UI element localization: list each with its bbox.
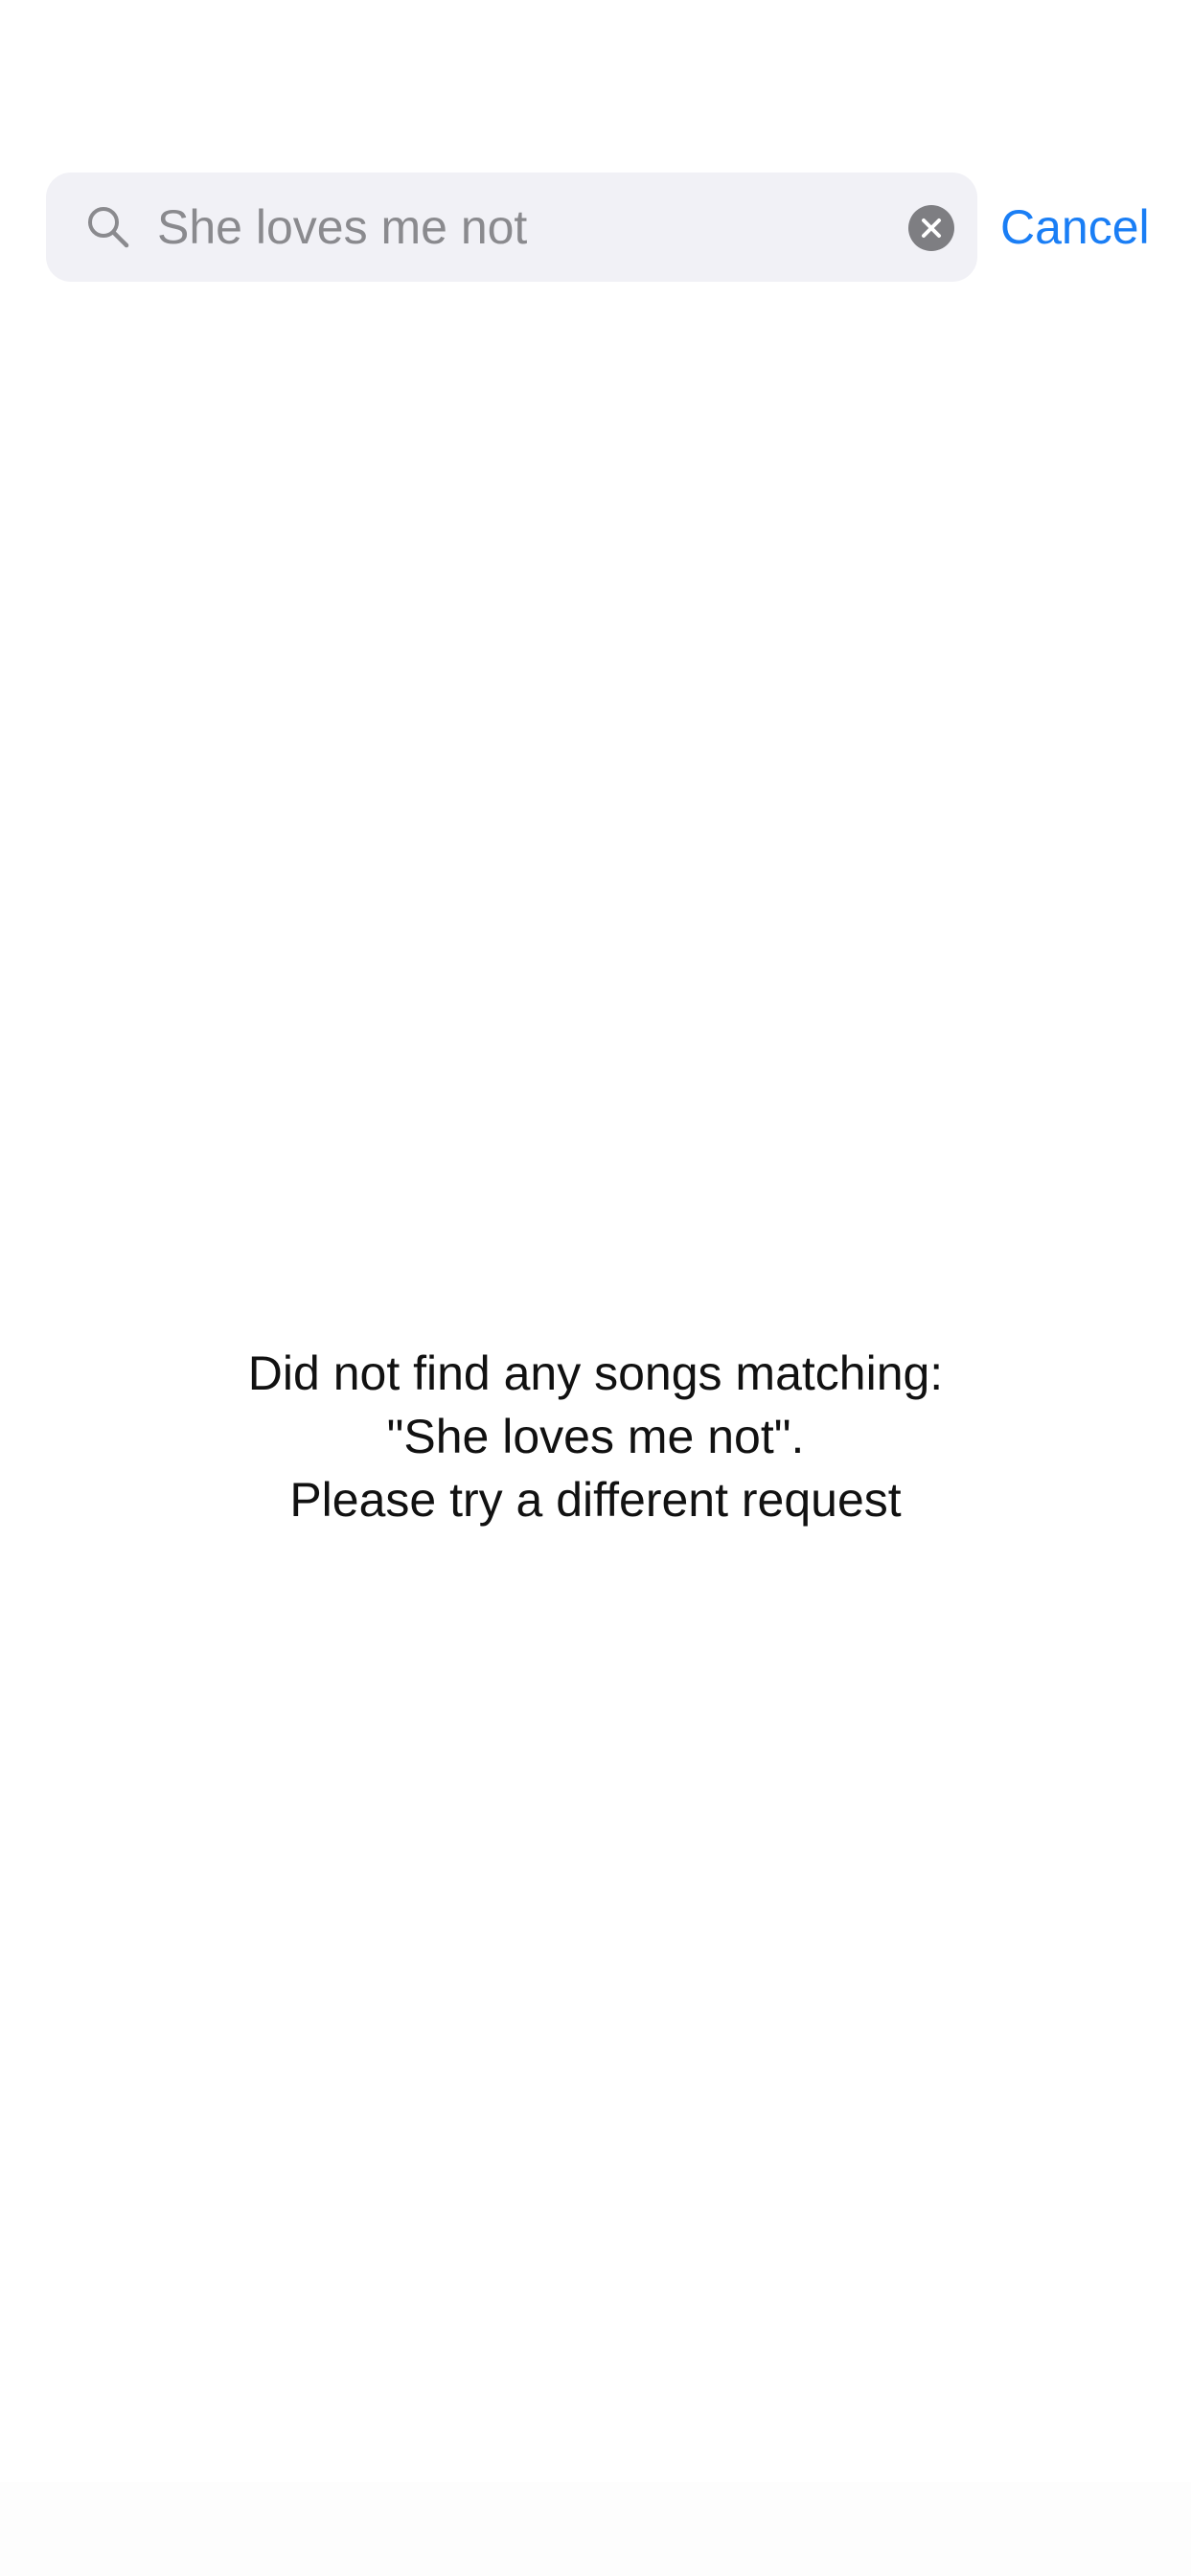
empty-state-line-3: Please try a different request: [289, 1473, 902, 1527]
clear-search-button[interactable]: [908, 205, 954, 251]
search-field[interactable]: [46, 172, 977, 282]
search-screen: Cancel Did not find any songs matching: …: [0, 0, 1191, 2576]
bottom-area: [0, 2482, 1191, 2576]
search-icon: [84, 203, 132, 251]
empty-state-line-1: Did not find any songs matching:: [247, 1346, 944, 1400]
clear-icon: [922, 218, 941, 238]
search-input[interactable]: [157, 194, 905, 261]
empty-state-message: Did not find any songs matching: "She lo…: [0, 1342, 1191, 1531]
empty-state-line-2: "She loves me not".: [386, 1410, 805, 1463]
search-bar: Cancel: [46, 172, 1150, 282]
cancel-button[interactable]: Cancel: [1000, 196, 1150, 259]
